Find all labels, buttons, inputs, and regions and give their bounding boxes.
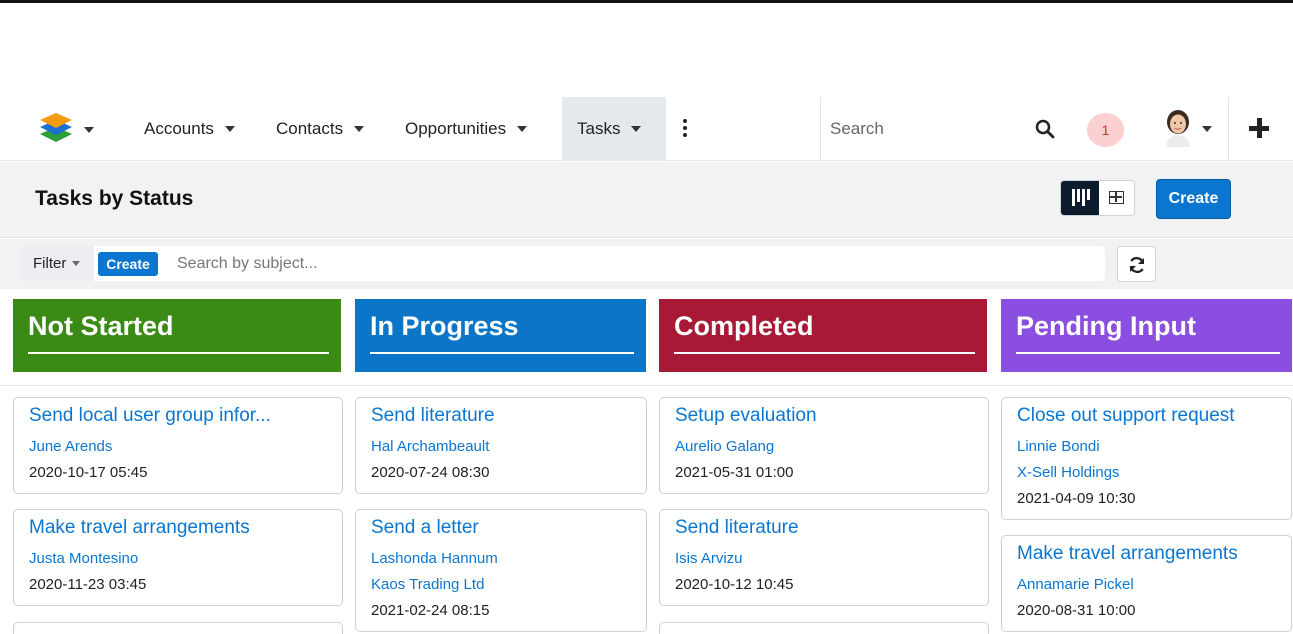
- nav-item-accounts[interactable]: Accounts: [144, 97, 235, 161]
- task-contact-link[interactable]: June Arends: [29, 438, 112, 455]
- task-contact-link[interactable]: Justa Montesino: [29, 550, 138, 567]
- task-account-link[interactable]: X-Sell Holdings: [1017, 464, 1120, 481]
- nav-divider: [1228, 97, 1229, 161]
- column-header-divider: [0, 385, 1293, 386]
- filter-row: Filter Create Search by subject...: [0, 239, 1293, 289]
- filter-bar: Filter Create Search by subject...: [20, 246, 1105, 281]
- task-account-link[interactable]: Kaos Trading Ltd: [371, 576, 484, 593]
- chevron-down-icon[interactable]: [354, 126, 365, 132]
- task-subject-link[interactable]: Send literature: [371, 405, 495, 427]
- column-header-pending-input: Pending Input: [1001, 299, 1292, 372]
- task-card[interactable]: Close out support request Linnie Bondi X…: [1001, 397, 1292, 520]
- list-view-button[interactable]: [1099, 181, 1134, 215]
- task-due-date: 2020-08-31 10:00: [1017, 602, 1136, 619]
- task-due-date: 2020-11-23 03:45: [29, 576, 147, 593]
- task-card[interactable]: [659, 622, 989, 634]
- column-title: Not Started: [28, 311, 174, 341]
- task-subject-link[interactable]: Send literature: [675, 517, 799, 539]
- task-due-date: 2020-07-24 08:30: [371, 464, 490, 481]
- view-toggle: [1060, 180, 1135, 216]
- nav-item-contacts[interactable]: Contacts: [276, 97, 365, 161]
- task-card[interactable]: Make travel arrangements Justa Montesino…: [13, 509, 343, 606]
- task-contact-link[interactable]: Linnie Bondi: [1017, 438, 1100, 455]
- task-card[interactable]: Make travel arrangements Annamarie Picke…: [1001, 535, 1292, 632]
- chevron-down-icon: [84, 127, 94, 133]
- refresh-button[interactable]: [1117, 246, 1156, 282]
- window-top-border: [0, 0, 1293, 3]
- kanban-view-button[interactable]: [1061, 181, 1099, 215]
- task-due-date: 2021-05-31 01:00: [675, 464, 794, 481]
- chevron-down-icon[interactable]: [1202, 126, 1212, 132]
- nav-item-label: Accounts: [144, 119, 214, 138]
- column-title: Completed: [674, 311, 814, 341]
- page-header: Tasks by Status Create: [0, 162, 1293, 238]
- task-subject-link[interactable]: Send a letter: [371, 517, 479, 539]
- nav-item-label: Tasks: [577, 119, 621, 138]
- stack-logo-icon: [40, 113, 72, 142]
- task-subject-link[interactable]: Send local user group infor...: [29, 405, 271, 427]
- global-search-input[interactable]: Search: [820, 97, 1067, 161]
- search-icon[interactable]: [1035, 119, 1055, 139]
- task-card[interactable]: [13, 622, 343, 634]
- subject-search-input[interactable]: Search by subject...: [177, 255, 318, 273]
- filter-label: Filter: [33, 255, 67, 272]
- notification-badge[interactable]: 1: [1087, 113, 1124, 147]
- column-header-completed: Completed: [659, 299, 987, 372]
- nav-item-label: Contacts: [276, 119, 344, 138]
- task-contact-link[interactable]: Annamarie Pickel: [1017, 576, 1134, 593]
- column-title: Pending Input: [1016, 311, 1196, 341]
- task-due-date: 2021-04-09 10:30: [1017, 490, 1136, 507]
- chevron-down-icon[interactable]: [517, 126, 528, 132]
- task-subject-link[interactable]: Close out support request: [1017, 405, 1235, 427]
- column-header-not-started: Not Started: [13, 299, 341, 372]
- task-card[interactable]: Send a letter Lashonda Hannum Kaos Tradi…: [355, 509, 647, 632]
- search-placeholder: Search: [830, 119, 884, 138]
- task-contact-link[interactable]: Aurelio Galang: [675, 438, 774, 455]
- more-menu-icon[interactable]: [682, 119, 688, 139]
- top-nav: Accounts Contacts Opportunities Tasks Se…: [0, 97, 1293, 161]
- column-title: In Progress: [370, 311, 519, 341]
- nav-item-tasks[interactable]: Tasks: [562, 97, 666, 161]
- task-contact-link[interactable]: Lashonda Hannum: [371, 550, 498, 567]
- create-button[interactable]: Create: [1156, 179, 1231, 219]
- task-card[interactable]: Send literature Hal Archambeault 2020-07…: [355, 397, 647, 494]
- filter-dropdown[interactable]: Filter: [20, 246, 94, 281]
- chevron-down-icon[interactable]: [224, 126, 235, 132]
- task-due-date: 2021-02-24 08:15: [371, 602, 490, 619]
- refresh-icon: [1129, 257, 1145, 273]
- task-contact-link[interactable]: Hal Archambeault: [371, 438, 489, 455]
- task-card[interactable]: Send literature Isis Arvizu 2020-10-12 1…: [659, 509, 989, 606]
- task-card[interactable]: Send local user group infor... June Aren…: [13, 397, 343, 494]
- plus-icon[interactable]: [1249, 118, 1269, 138]
- chevron-down-icon[interactable]: [631, 126, 642, 132]
- task-card[interactable]: Setup evaluation Aurelio Galang 2021-05-…: [659, 397, 989, 494]
- nav-item-opportunities[interactable]: Opportunities: [405, 97, 528, 161]
- task-due-date: 2020-10-12 10:45: [675, 576, 794, 593]
- app-logo-button[interactable]: [38, 111, 94, 145]
- table-icon: [1109, 191, 1124, 204]
- page-title: Tasks by Status: [35, 187, 194, 210]
- column-header-in-progress: In Progress: [355, 299, 646, 372]
- nav-item-label: Opportunities: [405, 119, 507, 138]
- user-avatar[interactable]: [1163, 109, 1193, 147]
- task-subject-link[interactable]: Setup evaluation: [675, 405, 817, 427]
- task-subject-link[interactable]: Make travel arrangements: [1017, 543, 1238, 565]
- chevron-down-icon: [72, 261, 81, 266]
- filter-create-button[interactable]: Create: [98, 252, 158, 276]
- task-contact-link[interactable]: Isis Arvizu: [675, 550, 743, 567]
- task-due-date: 2020-10-17 05:45: [29, 464, 148, 481]
- task-subject-link[interactable]: Make travel arrangements: [29, 517, 250, 539]
- app-page: Accounts Contacts Opportunities Tasks Se…: [0, 0, 1293, 634]
